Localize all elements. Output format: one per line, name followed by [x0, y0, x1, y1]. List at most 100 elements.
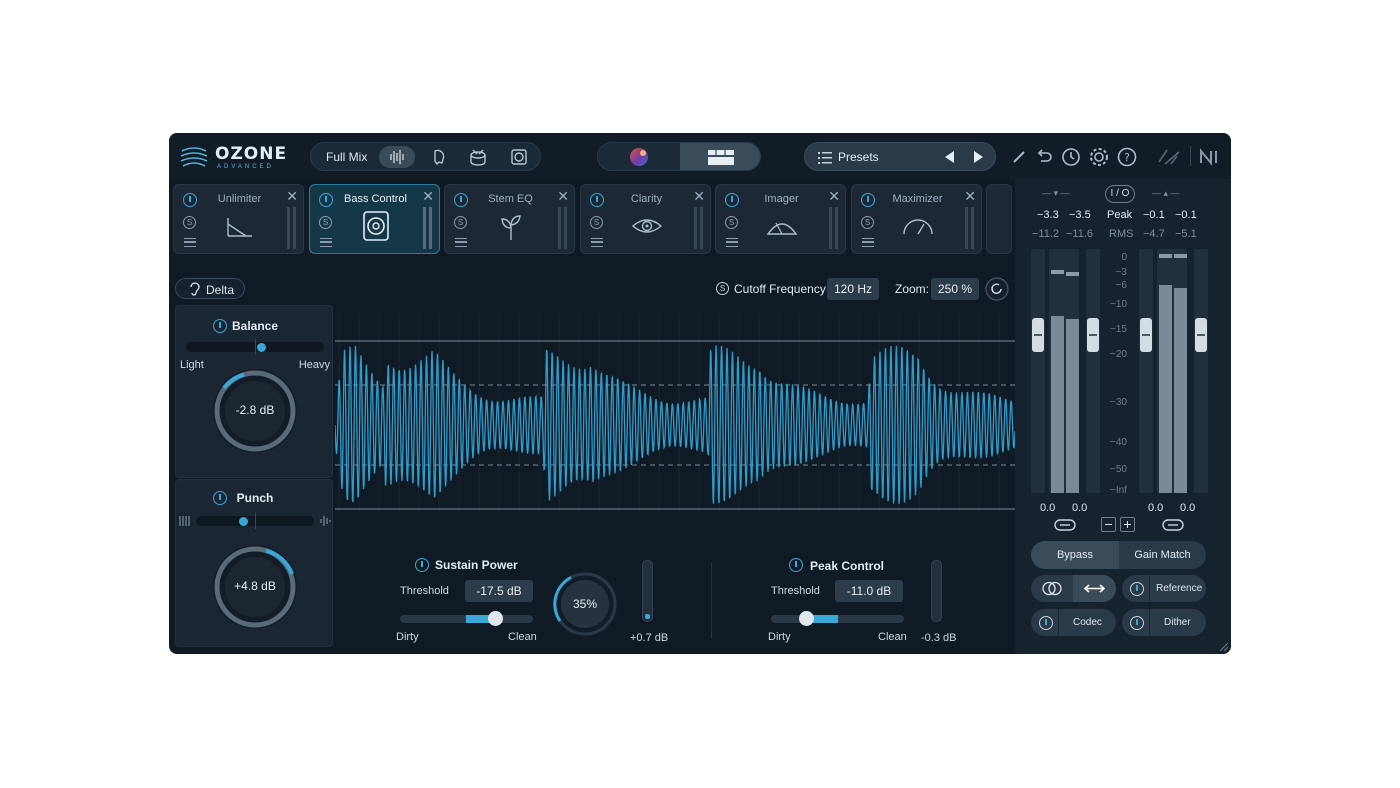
output-rms-right: −5.1	[1175, 228, 1197, 240]
peak-slider[interactable]	[771, 611, 904, 626]
swap-channels-button[interactable]	[1073, 575, 1116, 602]
solo-icon[interactable]: S	[861, 216, 874, 229]
cutoff-frequency-field[interactable]: 120 Hz	[827, 278, 879, 300]
peak-control-power-icon[interactable]	[789, 558, 803, 572]
drum-icon[interactable]	[469, 148, 487, 166]
sustain-threshold-field[interactable]: -17.5 dB	[465, 580, 533, 602]
imager-icon	[766, 222, 798, 235]
dither-power-icon[interactable]	[1130, 616, 1144, 630]
gain-match-button[interactable]: Gain Match	[1119, 541, 1206, 569]
punch-slider-thumb[interactable]	[238, 517, 248, 526]
next-preset-icon[interactable]	[972, 151, 984, 163]
reference-power-icon[interactable]	[1130, 582, 1144, 596]
link-plugin-icon[interactable]	[1157, 146, 1183, 168]
meter-scale-tick: −20	[1110, 349, 1127, 360]
full-mix-button[interactable]: Full Mix	[326, 150, 367, 164]
logo-subtitle: ADVANCED	[217, 164, 274, 170]
punch-knob[interactable]: +4.8 dB	[210, 542, 300, 632]
meter-scale-tick: −40	[1110, 437, 1127, 448]
list-icon[interactable]	[184, 238, 196, 247]
output-gain-left: 0.0	[1148, 502, 1164, 514]
list-icon[interactable]	[455, 238, 467, 247]
stereo-link-button[interactable]	[1031, 575, 1073, 602]
list-icon[interactable]	[320, 238, 332, 247]
peak-slider-thumb[interactable]	[799, 611, 814, 626]
plus-button[interactable]: +	[1120, 517, 1135, 532]
output-fader-left[interactable]	[1140, 318, 1152, 352]
waveform-display	[335, 313, 1015, 513]
solo-icon[interactable]: S	[183, 216, 196, 229]
close-icon[interactable]: ✕	[964, 189, 976, 203]
codec-power-icon[interactable]	[1039, 616, 1053, 630]
input-fader-left[interactable]	[1032, 318, 1044, 352]
gear-icon[interactable]	[1088, 146, 1110, 168]
codec-label: Codec	[1073, 617, 1102, 628]
input-meter-toggle[interactable]: — ▾ —	[1042, 188, 1070, 199]
output-peak-right: −0.1	[1175, 209, 1197, 221]
delta-button[interactable]: Delta	[175, 278, 245, 299]
solo-icon[interactable]: S	[319, 216, 332, 229]
reset-zoom-icon[interactable]	[985, 277, 1009, 301]
help-icon[interactable]: ?	[1116, 146, 1138, 168]
module-bass-control[interactable]: S Bass Control ✕	[309, 184, 440, 254]
dither-button[interactable]: Dither	[1122, 609, 1206, 636]
module-unlimiter[interactable]: S Unlimiter ✕	[173, 184, 304, 254]
bypass-button[interactable]: Bypass	[1031, 541, 1119, 569]
solo-icon[interactable]: S	[716, 282, 729, 295]
add-module-slot[interactable]	[986, 184, 1012, 254]
sustain-dirty-label: Dirty	[396, 631, 419, 643]
presets-selector[interactable]: Presets	[804, 142, 996, 171]
output-fader-right[interactable]	[1195, 318, 1207, 352]
module-meter	[558, 207, 561, 249]
sustain-slider-thumb[interactable]	[488, 611, 503, 626]
close-icon[interactable]: ✕	[693, 189, 705, 203]
dense-icon	[179, 516, 190, 526]
sustain-slider[interactable]	[400, 611, 533, 626]
solo-icon[interactable]: S	[454, 216, 467, 229]
meter-scale-tick: 0	[1121, 252, 1127, 263]
balance-knob[interactable]: -2.8 dB	[210, 366, 300, 456]
minus-button[interactable]: −	[1101, 517, 1116, 532]
output-link-icon[interactable]	[1162, 518, 1184, 532]
module-view-button[interactable]	[680, 143, 760, 170]
codec-button[interactable]: Codec	[1031, 609, 1116, 636]
solo-icon[interactable]: S	[590, 216, 603, 229]
list-icon[interactable]	[862, 238, 874, 247]
unlimiter-icon	[227, 218, 252, 237]
module-maximizer[interactable]: S Maximizer ✕	[851, 184, 982, 254]
vocal-icon[interactable]	[429, 148, 447, 166]
undo-icon[interactable]	[1033, 146, 1055, 168]
solo-icon[interactable]: S	[725, 216, 738, 229]
close-icon[interactable]: ✕	[286, 189, 298, 203]
punch-slider[interactable]	[196, 513, 314, 529]
input-fader-right[interactable]	[1087, 318, 1099, 352]
module-meter	[423, 207, 426, 249]
balance-slider[interactable]	[186, 339, 324, 355]
balance-slider-thumb[interactable]	[257, 343, 267, 352]
speaker-icon[interactable]	[510, 148, 528, 166]
resize-handle-icon[interactable]	[1220, 643, 1228, 651]
module-imager[interactable]: S Imager ✕	[715, 184, 846, 254]
sustain-power-icon[interactable]	[415, 558, 429, 572]
eye-icon	[631, 219, 663, 233]
history-icon[interactable]	[1060, 146, 1082, 168]
reference-button[interactable]: Reference	[1122, 575, 1206, 602]
list-icon[interactable]	[591, 238, 603, 247]
module-clarity[interactable]: S Clarity ✕	[580, 184, 711, 254]
waveform-button[interactable]	[379, 146, 415, 168]
previous-preset-icon[interactable]	[944, 151, 956, 163]
zoom-field[interactable]: 250 %	[931, 278, 979, 300]
output-meter-toggle[interactable]: — ▴ —	[1152, 188, 1180, 199]
pen-icon[interactable]	[1010, 146, 1032, 168]
close-icon[interactable]: ✕	[422, 189, 434, 203]
input-fader-track-right	[1086, 249, 1100, 493]
io-toggle-button[interactable]: I / O	[1105, 185, 1135, 203]
module-stem-eq[interactable]: S Stem EQ ✕	[444, 184, 575, 254]
close-icon[interactable]: ✕	[557, 189, 569, 203]
sustain-amount-knob[interactable]: 35%	[550, 569, 620, 639]
close-icon[interactable]: ✕	[828, 189, 840, 203]
input-link-icon[interactable]	[1054, 518, 1076, 532]
peak-threshold-field[interactable]: -11.0 dB	[835, 580, 903, 602]
spectrum-view-button[interactable]	[598, 143, 680, 171]
list-icon[interactable]	[726, 238, 738, 247]
